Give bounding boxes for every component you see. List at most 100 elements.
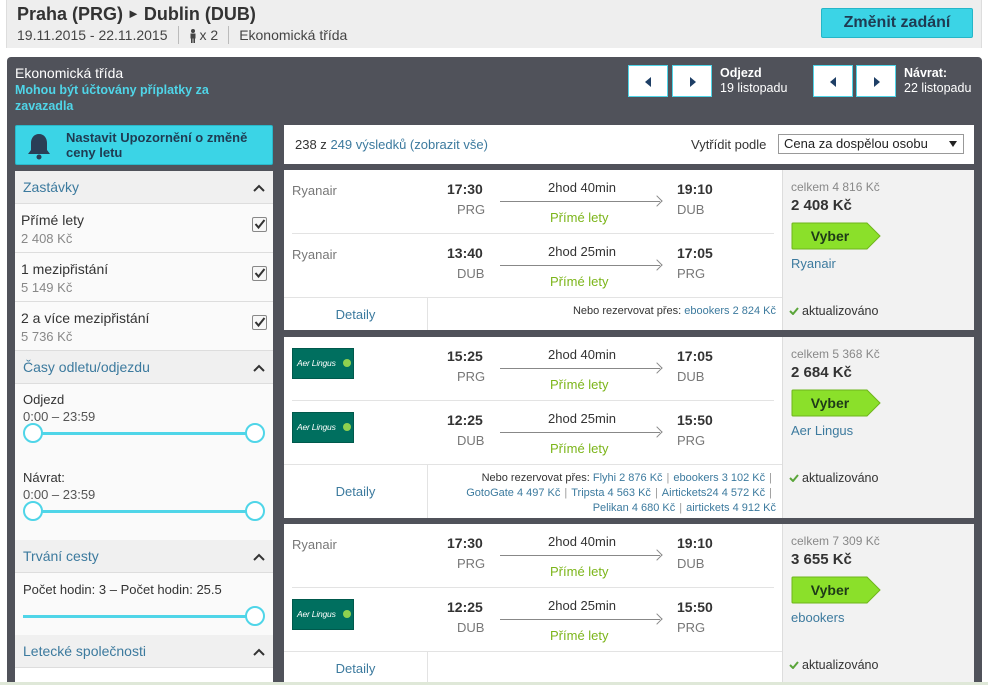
depart-time-slider[interactable] xyxy=(23,423,265,443)
stop-name: 1 mezipřistání xyxy=(21,261,109,277)
price-box: celkem 4 816 Kč 2 408 Kč Vyber Ryanair a… xyxy=(782,170,974,330)
result-card: Ryanair 17:30 PRG 2hod 40min Přímé lety … xyxy=(284,170,974,330)
select-button[interactable]: Vyber xyxy=(791,222,881,250)
sort-value: Cena za dospělou osobu xyxy=(784,136,928,151)
divider: | xyxy=(769,472,772,484)
outbound-leg: Ryanair 17:30 PRG 2hod 40min Přímé lety … xyxy=(284,524,774,587)
show-all-link[interactable]: 249 výsledků (zobrazit vše) xyxy=(330,137,488,152)
return-date: 22 listopadu xyxy=(904,81,972,95)
filter-stops-header[interactable]: Zastávky xyxy=(15,171,273,204)
stop-price: 2 408 Kč xyxy=(21,231,73,246)
alt-provider-link[interactable]: Airtickets24 4 572 Kč xyxy=(662,487,765,499)
alt-provider-link[interactable]: ebookers 2 824 Kč xyxy=(684,305,776,317)
arrival-airport: PRG xyxy=(677,266,706,281)
result-card: Ryanair 17:30 PRG 2hod 40min Přímé lety … xyxy=(284,524,974,685)
departure-airport: PRG xyxy=(457,369,486,384)
flight-duration: 2hod 25min xyxy=(548,244,616,259)
updated-status: aktualizováno xyxy=(789,658,878,672)
alt-provider-link[interactable]: airtickets 4 912 Kč xyxy=(686,502,776,514)
stop-checkbox[interactable] xyxy=(252,315,267,330)
slider-max-handle[interactable] xyxy=(245,501,265,521)
return-prev-day-button[interactable] xyxy=(813,65,853,97)
flight-arrow-icon xyxy=(500,555,660,556)
details-link[interactable]: Detaily xyxy=(284,465,428,518)
details-link[interactable]: Detaily xyxy=(284,652,428,685)
results-header: 238 z 249 výsledků (zobrazit vše) Vytříd… xyxy=(284,125,974,164)
return-time-slider[interactable] xyxy=(23,501,265,521)
departure-time: 17:30 xyxy=(447,181,483,197)
alt-provider-link[interactable]: Flyhi 2 876 Kč xyxy=(593,472,663,484)
arrival-time: 15:50 xyxy=(677,412,713,428)
departure-time: 13:40 xyxy=(447,245,483,261)
depart-prev-day-button[interactable] xyxy=(628,65,668,97)
select-button-label: Vyber xyxy=(810,228,850,244)
trip-dates: 19.11.2015 - 22.11.2015 xyxy=(17,27,168,43)
price-per-person: 2 684 Kč xyxy=(791,364,852,381)
provider-link[interactable]: Aer Lingus xyxy=(791,423,853,438)
sort-label: Vytřídit podle xyxy=(691,137,767,152)
departure-airport: PRG xyxy=(457,556,486,571)
filter-duration-header[interactable]: Trvání cesty xyxy=(15,540,273,573)
change-search-button[interactable]: Změnit zadání xyxy=(821,8,973,38)
flight-duration: 2hod 40min xyxy=(548,347,616,362)
arrival-time: 17:05 xyxy=(677,348,713,364)
depart-next-day-button[interactable] xyxy=(672,65,712,97)
alt-line: Pelikan 4 680 Kč | airtickets 4 912 Kč xyxy=(434,501,776,516)
checkmark-icon xyxy=(789,307,799,315)
slider-max-handle[interactable] xyxy=(245,606,265,626)
provider-link[interactable]: ebookers xyxy=(791,610,844,625)
duration-slider[interactable] xyxy=(23,606,265,626)
stop-filter-two-plus[interactable]: 2 a více mezipřistání 5 736 Kč xyxy=(15,302,273,351)
alternative-providers: Nebo rezervovat přes: Flyhi 2 876 Kč | ebo… xyxy=(434,471,776,516)
checkmark-icon xyxy=(789,661,799,669)
departure-airport: DUB xyxy=(457,266,485,281)
flight-duration: 2hod 25min xyxy=(548,411,616,426)
select-button[interactable]: Vyber xyxy=(791,389,881,417)
alt-line: GotoGate 4 497 Kč | Tripsta 4 563 Kč | Airti… xyxy=(434,486,776,501)
arrow-left-icon xyxy=(830,77,836,87)
chevron-up-icon xyxy=(253,648,265,656)
airline-name: Aer Lingus xyxy=(297,422,336,432)
arrival-airport: DUB xyxy=(677,369,705,384)
slider-min-handle[interactable] xyxy=(23,423,43,443)
slider-max-handle[interactable] xyxy=(245,423,265,443)
airline-name: Ryanair xyxy=(292,183,337,198)
flight-arrow-icon xyxy=(500,368,660,369)
return-leg: Aer Lingus 12:25 DUB 2hod 25min Přímé le… xyxy=(284,401,774,464)
arrival-airport: DUB xyxy=(677,556,705,571)
direct-label: Přímé lety xyxy=(550,377,609,392)
destination-label: Dublin (DUB) xyxy=(143,4,256,24)
price-box: celkem 7 309 Kč 3 655 Kč Vyber ebookers … xyxy=(782,524,974,685)
alt-provider-link[interactable]: Tripsta 4 563 Kč xyxy=(571,487,651,499)
stop-checkbox[interactable] xyxy=(252,266,267,281)
aer-lingus-logo: Aer Lingus xyxy=(292,348,354,379)
details-link[interactable]: Detaily xyxy=(284,298,428,330)
updated-label: aktualizováno xyxy=(802,304,879,318)
flight-duration: 2hod 25min xyxy=(548,598,616,613)
stop-filter-direct[interactable]: Přímé lety 2 408 Kč xyxy=(15,204,273,253)
price-alert-button[interactable]: Nastavit Upozornění o změně ceny letu xyxy=(15,125,273,165)
stop-filter-one-stop[interactable]: 1 mezipřistání 5 149 Kč xyxy=(15,253,273,302)
filter-duration-title: Trvání cesty xyxy=(23,548,99,564)
sort-select[interactable]: Cena za dospělou osobu xyxy=(778,134,964,154)
return-next-day-button[interactable] xyxy=(856,65,896,97)
provider-link[interactable]: Ryanair xyxy=(791,256,836,271)
chevron-up-icon xyxy=(253,553,265,561)
filter-times-header[interactable]: Časy odletu/odjezdu xyxy=(15,351,273,384)
price-per-person: 3 655 Kč xyxy=(791,551,852,568)
filter-airlines-header[interactable]: Letecké společnosti xyxy=(15,635,273,668)
route-arrow-icon: ► xyxy=(127,6,140,21)
stop-checkbox[interactable] xyxy=(252,217,267,232)
dropdown-arrow-icon xyxy=(949,141,957,147)
arrow-right-icon xyxy=(690,77,696,87)
chevron-up-icon xyxy=(253,364,265,372)
select-button[interactable]: Vyber xyxy=(791,576,881,604)
alt-provider-link[interactable]: ebookers 3 102 Kč xyxy=(673,472,765,484)
total-price: celkem 4 816 Kč xyxy=(791,180,880,194)
price-per-person: 2 408 Kč xyxy=(791,197,852,214)
flight-duration: 2hod 40min xyxy=(548,180,616,195)
airline-name: Aer Lingus xyxy=(297,358,336,368)
slider-min-handle[interactable] xyxy=(23,501,43,521)
alt-provider-link[interactable]: GotoGate 4 497 Kč xyxy=(466,487,560,499)
alt-provider-link[interactable]: Pelikan 4 680 Kč xyxy=(593,502,676,514)
